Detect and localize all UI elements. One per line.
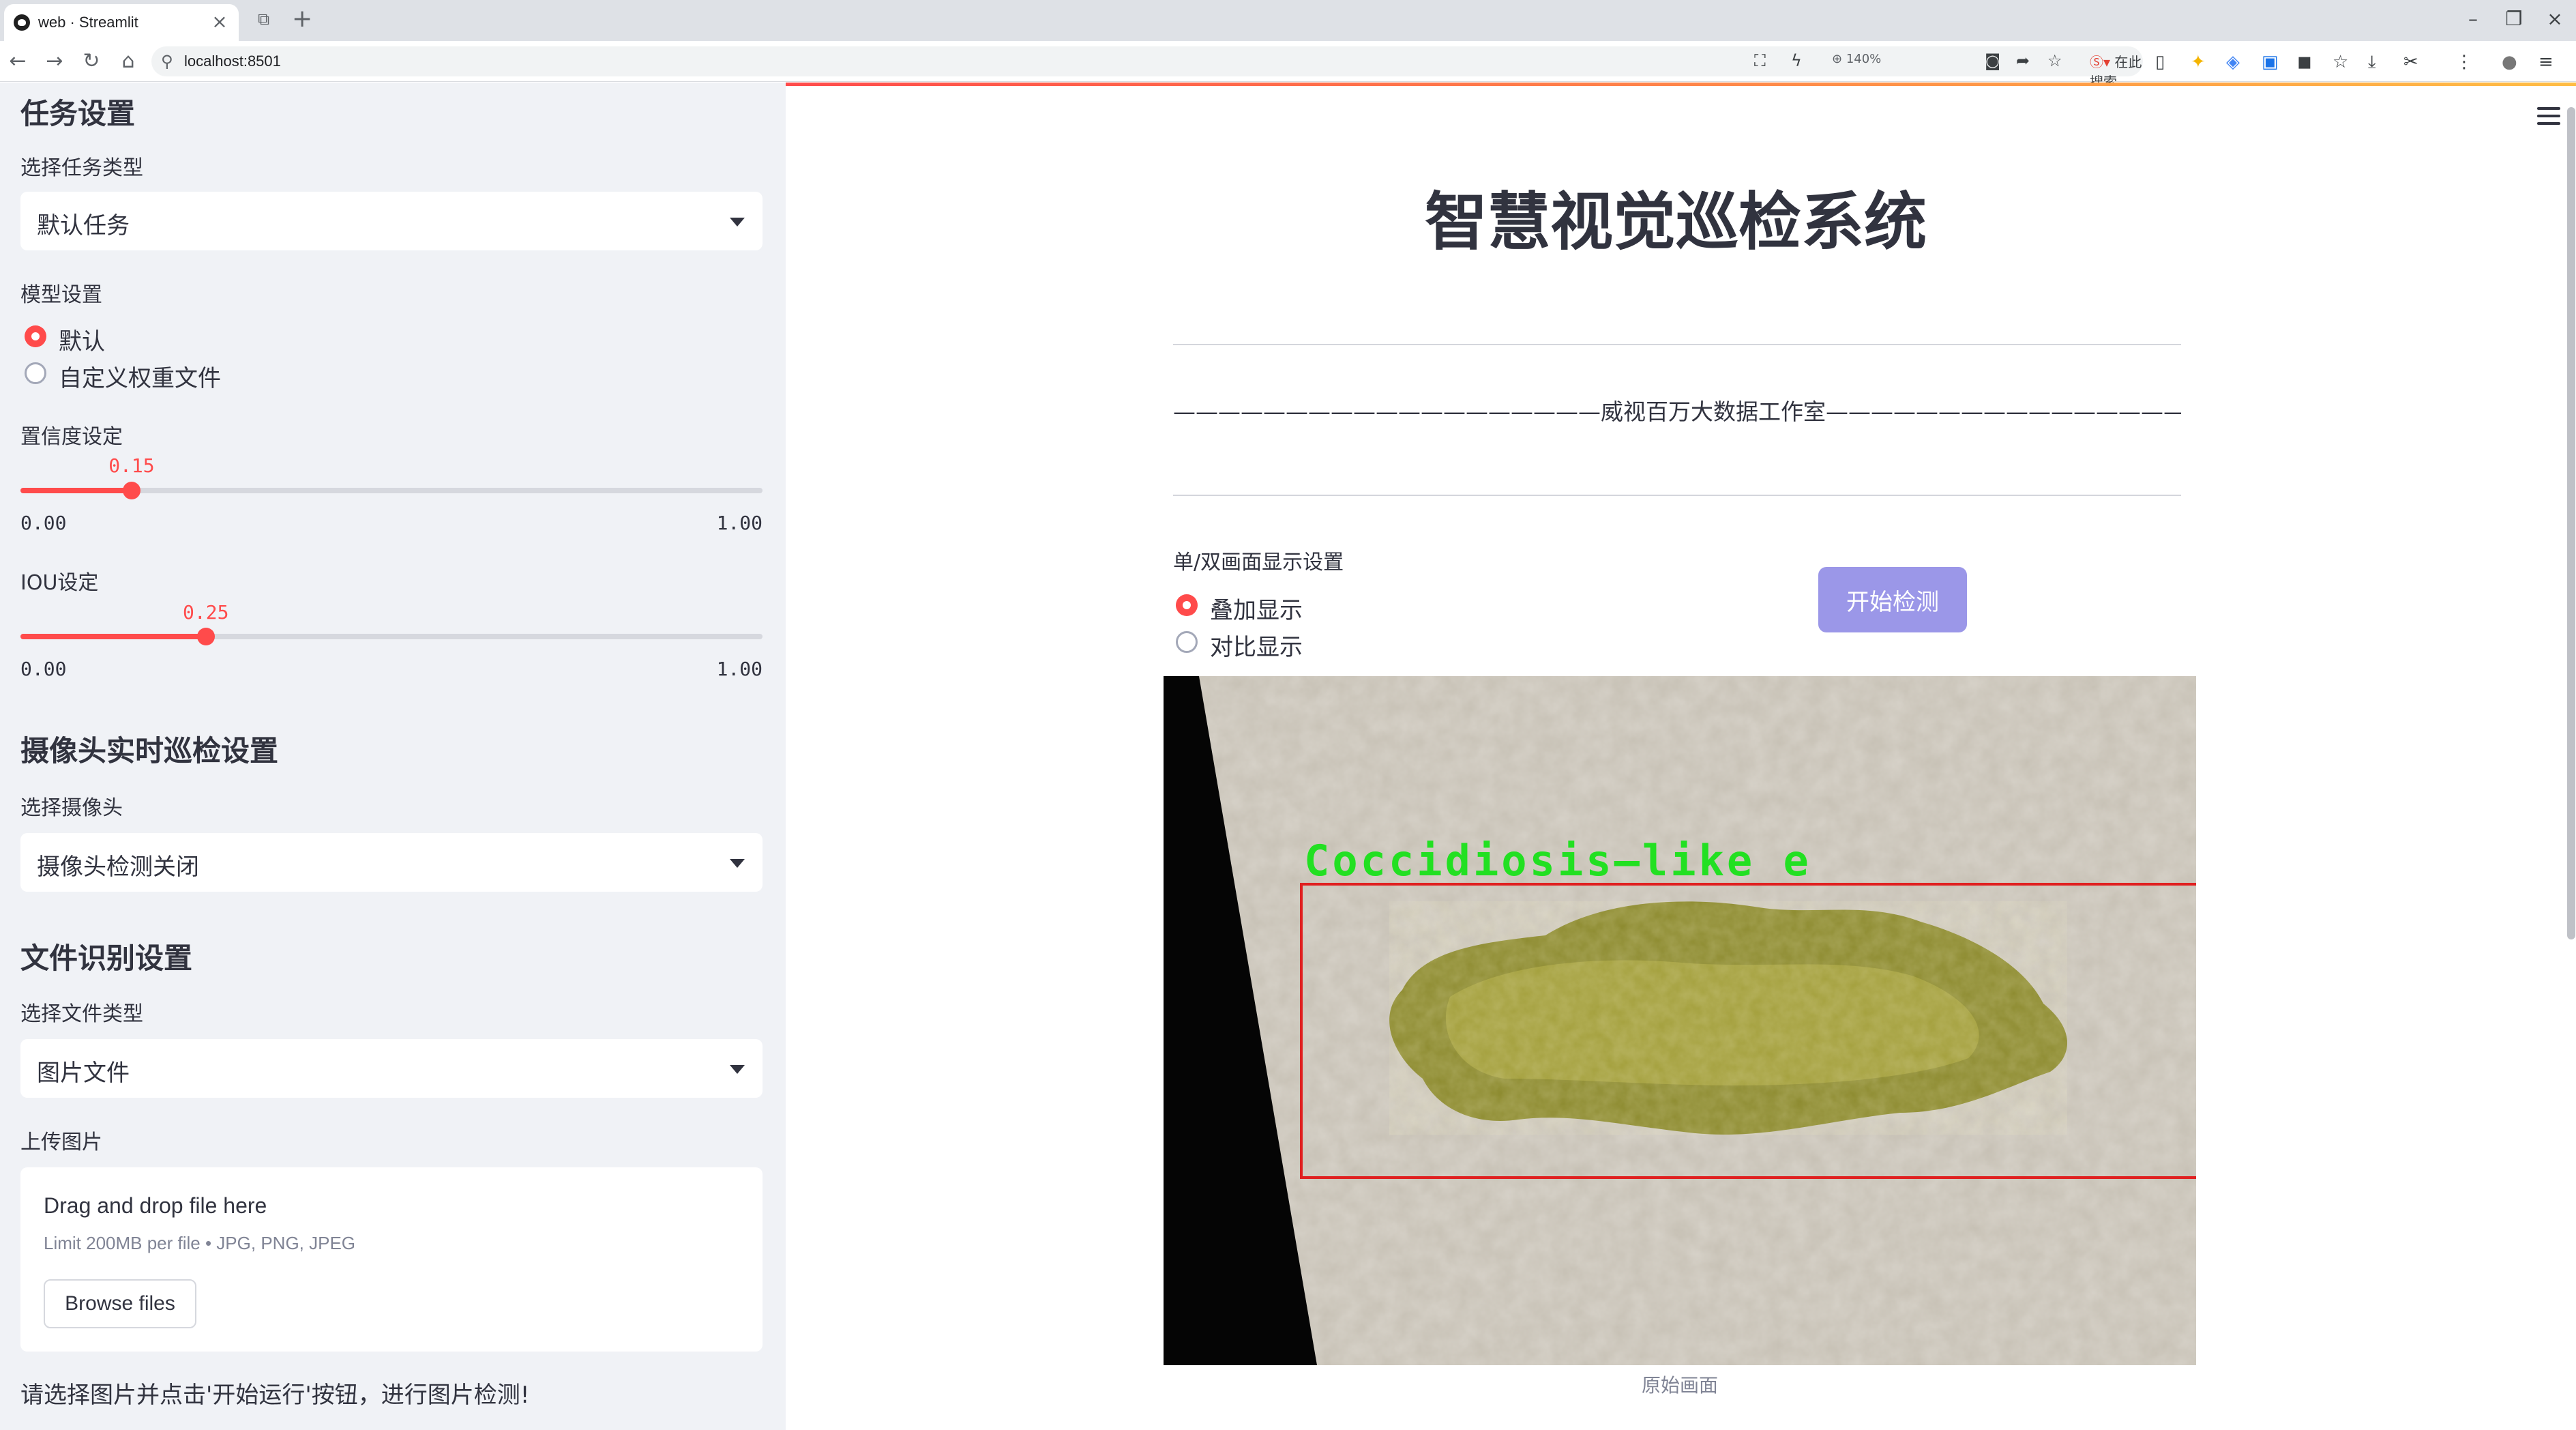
divider [1173,495,2181,496]
confidence-slider-fill [20,488,132,493]
confidence-label: 置信度设定 [20,425,123,449]
start-detection-button[interactable]: 开始检测 [1818,567,1967,632]
favorites-icon[interactable]: ☆ [2333,53,2348,72]
minimize-icon[interactable]: – [2453,5,2493,33]
file-type-select[interactable]: 图片文件 [20,1039,763,1098]
extension-translate-icon[interactable]: ▣ [2262,53,2279,72]
browser-tab-strip: web · Streamlit × ⧉ + – ❐ × [0,0,2576,41]
reload-icon[interactable]: ↻ [76,48,106,75]
split-tab-icon[interactable]: ⧉ [258,10,269,29]
lightning-icon[interactable]: ϟ [1791,51,1802,70]
iou-slider-track[interactable] [20,634,763,639]
zoom-indicator[interactable]: ⊕ 140% [1832,52,1881,66]
chevron-down-icon [730,859,745,868]
chevron-down-icon [730,1065,745,1074]
image-caption: 原始画面 [1641,1374,1718,1397]
drop-text: Drag and drop file here [44,1193,267,1218]
screenshot-icon[interactable]: ◙ [1985,51,2000,70]
browser-tab[interactable]: web · Streamlit × [4,4,239,41]
display-mode-label: 单/双画面显示设置 [1173,551,1344,574]
confidence-max: 1.00 [716,512,763,534]
file-section-title: 文件识别设置 [20,942,193,975]
model-label: 模型设置 [20,283,102,307]
extension-cube-icon[interactable]: ◈ [2226,53,2240,72]
chevron-down-icon [730,218,745,227]
radio-unselected-icon [1176,631,1198,653]
confidence-slider-thumb[interactable] [123,482,141,499]
iou-min: 0.00 [20,658,67,680]
iou-max: 1.00 [716,658,763,680]
download-icon[interactable]: ⤓ [2368,53,2376,72]
task-type-label: 选择任务类型 [20,156,143,180]
limit-text: Limit 200MB per file • JPG, PNG, JPEG [44,1233,356,1253]
search-engine-icon: Ⓢ▾ [2090,54,2111,70]
phone-icon[interactable]: ▯ [2155,53,2165,72]
radio-selected-icon [1176,594,1198,616]
browse-files-button[interactable]: Browse files [44,1279,196,1328]
translate-icon[interactable]: ⛶ [1754,51,1766,70]
camera-select[interactable]: 摄像头检测关闭 [20,833,763,892]
iou-label: IOU设定 [20,571,99,595]
task-type-value: 默认任务 [37,212,130,239]
hamburger-menu-icon[interactable] [2537,107,2560,125]
confidence-min: 0.00 [20,512,67,534]
restore-icon[interactable]: ❐ [2493,5,2534,33]
model-option-label: 默认 [59,328,105,355]
bookmark-star-icon[interactable]: ☆ [2047,51,2062,70]
detection-image-canvas: Coccidiosis—like e [1164,676,2196,1365]
task-section-title: 任务设置 [20,97,136,130]
task-type-select[interactable]: 默认任务 [20,192,763,250]
divider [1173,344,2181,345]
tab-title: web · Streamlit [38,14,138,31]
camera-value: 摄像头检测关闭 [37,853,199,881]
extension-pinwheel-icon[interactable]: ✦ [2191,53,2206,72]
scrollbar[interactable] [2567,107,2575,939]
radio-selected-icon [25,325,46,347]
file-type-value: 图片文件 [37,1060,130,1087]
address-url[interactable]: localhost:8501 [184,53,281,70]
upload-label: 上传图片 [20,1130,102,1154]
menu-dots-icon[interactable]: ⋮ [2455,53,2473,72]
window-close-icon[interactable]: × [2534,5,2575,33]
browser-menu-icon[interactable]: ≡ [2538,53,2553,72]
upload-hint: 请选择图片并点击'开始运行'按钮，进行图片检测! [20,1382,530,1409]
studio-subtitle: ———————————————————威视百万大数据工作室———————————… [1173,398,2181,425]
home-icon[interactable]: ⌂ [113,48,143,75]
zoom-level: 140% [1846,52,1882,66]
site-info-icon[interactable]: ⚲ [161,52,173,71]
model-option-label: 自定义权重文件 [59,365,221,392]
detection-image: Coccidiosis—like e [1164,676,2196,1365]
iou-value: 0.25 [183,601,229,624]
forward-icon[interactable]: → [40,48,70,75]
extension-dark-icon[interactable]: ◼ [2297,53,2312,72]
zoom-icon: ⊕ [1832,52,1843,66]
streamlit-favicon-icon [14,14,30,31]
file-type-label: 选择文件类型 [20,1002,143,1026]
file-dropzone[interactable]: Drag and drop file here Limit 200MB per … [20,1167,763,1352]
scissors-icon[interactable]: ✂ [2403,53,2418,72]
address-bar[interactable]: ⚲ localhost:8501 ⊕ 140% ⛶ ϟ ◙ ➦ ☆ Ⓢ▾ 在此搜… [151,46,2143,90]
close-tab-icon[interactable]: × [209,11,231,33]
back-icon[interactable]: ← [3,48,33,75]
detection-class-label: Coccidiosis—like e [1304,836,1811,886]
radio-unselected-icon [25,362,46,384]
iou-slider-fill [20,634,206,639]
share-icon[interactable]: ➦ [2016,51,2030,70]
display-option-label: 叠加显示 [1210,597,1303,624]
top-accent-bar [786,83,2576,86]
sidebar: 任务设置 选择任务类型 默认任务 模型设置 默认 自定义权重文件 置信度设定 0… [0,83,786,1430]
page-title: 智慧视觉巡检系统 [1424,186,1927,259]
new-tab-icon[interactable]: + [292,4,312,34]
camera-label: 选择摄像头 [20,796,123,820]
browser-toolbar: ← → ↻ ⌂ ⚲ localhost:8501 ⊕ 140% ⛶ ϟ ◙ ➦ … [0,41,2576,90]
main-content: 智慧视觉巡检系统 ———————————————————威视百万大数据工作室——… [786,83,2576,1430]
iou-slider-thumb[interactable] [197,628,215,645]
display-option-label: 对比显示 [1210,634,1303,661]
profile-avatar-icon[interactable]: ● [2502,53,2517,72]
confidence-value: 0.15 [108,454,155,477]
camera-section-title: 摄像头实时巡检设置 [20,734,279,768]
